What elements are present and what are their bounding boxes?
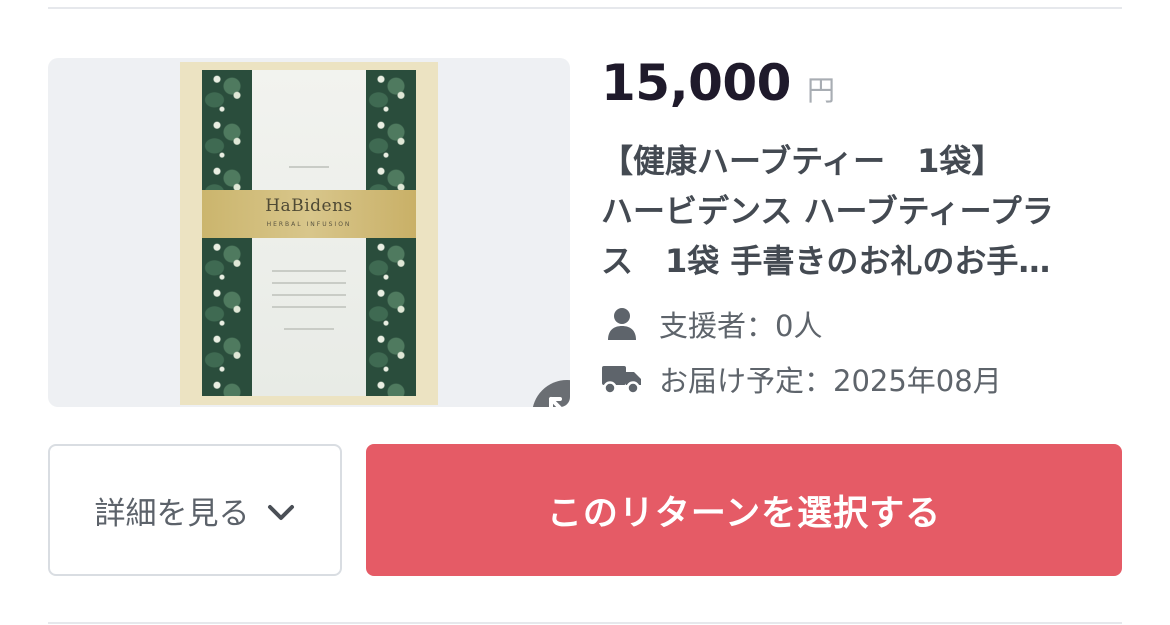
delivery-date: お届け予定：2025年08月 xyxy=(659,364,1002,398)
chevron-down-icon xyxy=(267,505,294,520)
view-details-label: 詳細を見る xyxy=(94,495,250,532)
product-brand-subtext: HERBAL INFUSION xyxy=(266,221,352,228)
price-value: 15,000 xyxy=(601,54,791,112)
reward-title-line-3: ス 1袋 手書きのお礼のお手… xyxy=(601,242,1051,280)
supporters-count: 支援者：0人 xyxy=(659,309,823,343)
bottom-divider xyxy=(48,622,1122,624)
expand-image-button[interactable] xyxy=(532,380,570,407)
price-unit: 円 xyxy=(806,74,835,107)
top-divider xyxy=(48,7,1122,9)
supporters-row: 支援者：0人 xyxy=(601,304,822,344)
reward-title-line-1: 【健康ハーブティー 1袋】 xyxy=(601,142,1004,180)
view-details-button[interactable]: 詳細を見る xyxy=(48,444,342,576)
select-reward-label: このリターンを選択する xyxy=(546,493,942,534)
select-reward-button[interactable]: このリターンを選択する xyxy=(366,444,1122,576)
product-brand-text: HaBidens xyxy=(265,196,353,216)
reward-title-line-2: ハービデンス ハーブティープラ xyxy=(601,192,1054,230)
person-icon xyxy=(608,308,636,340)
reward-title: 【健康ハーブティー 1袋】 ハービデンス ハーブティープラ ス 1袋 手書きのお… xyxy=(601,136,1121,286)
truck-icon xyxy=(602,366,641,395)
reward-price: 15,000 円 xyxy=(601,54,835,124)
reward-image[interactable]: HaBidens HERBAL INFUSION xyxy=(48,58,570,407)
product-photo: HaBidens HERBAL INFUSION xyxy=(180,62,438,405)
delivery-row: お届け予定：2025年08月 xyxy=(601,359,1002,399)
expand-icon xyxy=(549,397,562,407)
